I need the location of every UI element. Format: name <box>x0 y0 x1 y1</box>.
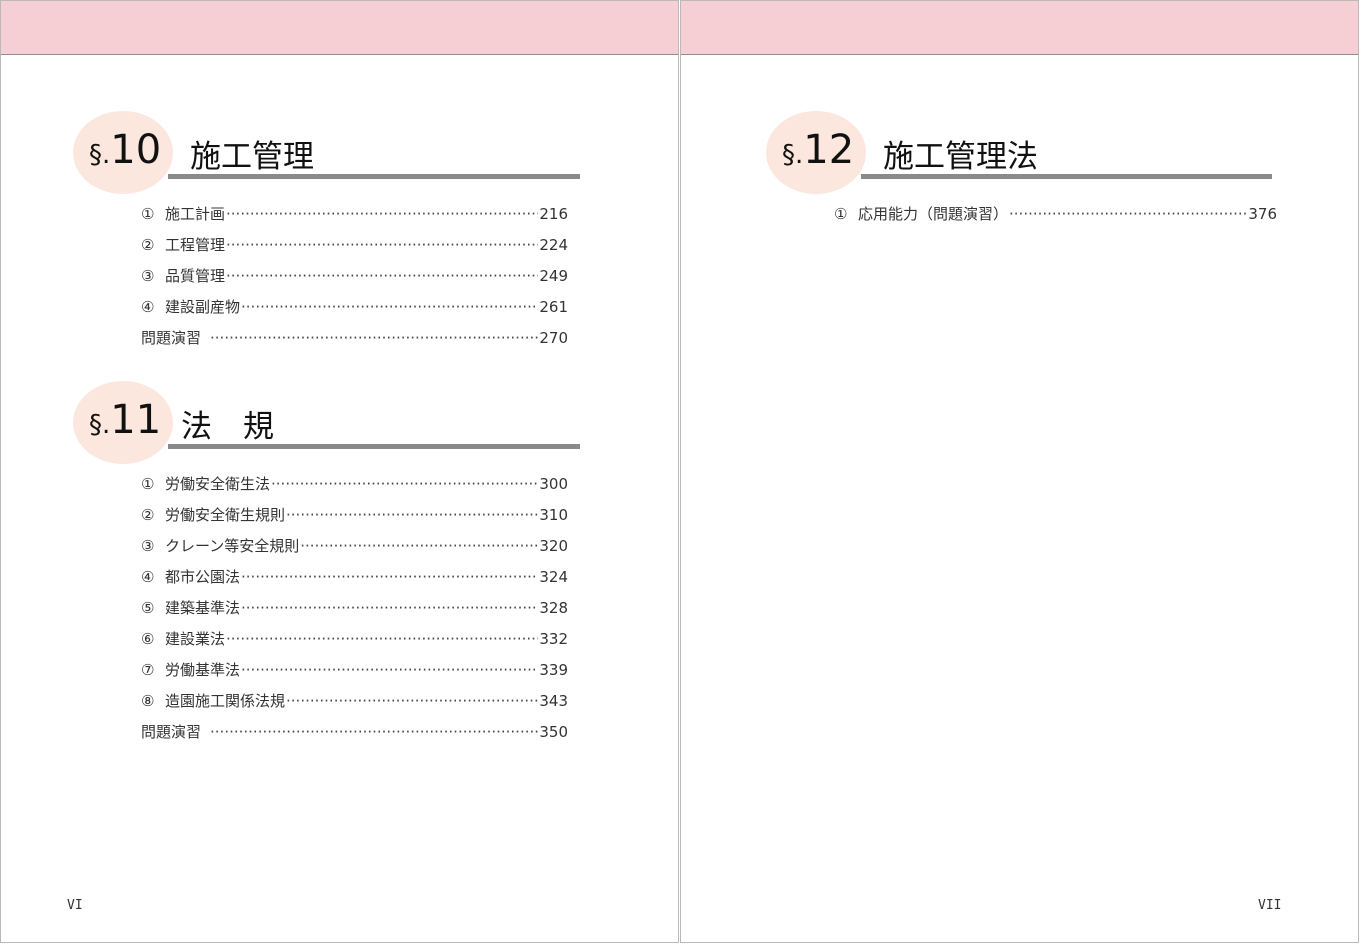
toc-entry[interactable]: ② 労働安全衛生規則 ·······························… <box>141 506 568 537</box>
toc-entry[interactable]: ⑥ 建設業法 ···································… <box>141 630 568 661</box>
section-number: §.10 <box>89 127 162 173</box>
section-title-rule <box>861 174 1272 179</box>
section-number: §.12 <box>782 127 855 173</box>
toc-entry[interactable]: ⑤ 建築基準法 ··································… <box>141 599 568 630</box>
page-number-right: VII <box>1258 898 1282 913</box>
toc-entry[interactable]: ④ 都市公園法 ··································… <box>141 568 568 599</box>
left-page: §.10 施工管理 ① 施工計画 ·························… <box>0 0 679 943</box>
toc-list-section-12: ① 応用能力（問題演習） ·····························… <box>834 205 1277 236</box>
section-10: §.10 施工管理 <box>73 111 583 194</box>
section-title: 法 規 <box>181 409 274 445</box>
section-11: §.11 法 規 <box>73 381 583 464</box>
left-page-header-band <box>1 1 678 55</box>
toc-entry[interactable]: ⑧ 造園施工関係法規 ·······························… <box>141 692 568 723</box>
toc-entry[interactable]: ① 労働安全衛生法 ································… <box>141 475 568 506</box>
toc-entry[interactable]: ④ 建設副産物 ··································… <box>141 298 568 329</box>
toc-entry[interactable]: 問題演習 ····································… <box>141 723 568 754</box>
toc-entry[interactable]: ③ 品質管理 ···································… <box>141 267 568 298</box>
toc-list-section-10: ① 施工計画 ···································… <box>141 205 568 360</box>
section-number: §.11 <box>89 397 162 443</box>
toc-list-section-11: ① 労働安全衛生法 ································… <box>141 475 568 754</box>
right-page-header-band <box>681 1 1358 55</box>
section-title-rule <box>168 174 580 179</box>
section-title: 施工管理 <box>190 139 314 175</box>
section-title-rule <box>168 444 580 449</box>
right-page: §.12 施工管理法 ① 応用能力（問題演習） ··················… <box>680 0 1359 943</box>
toc-entry[interactable]: ② 工程管理 ···································… <box>141 236 568 267</box>
toc-entry[interactable]: ⑦ 労働基準法 ··································… <box>141 661 568 692</box>
toc-entry[interactable]: ① 施工計画 ···································… <box>141 205 568 236</box>
section-12: §.12 施工管理法 <box>766 111 1276 194</box>
section-title: 施工管理法 <box>883 139 1038 175</box>
toc-entry[interactable]: ③ クレーン等安全規則 ······························… <box>141 537 568 568</box>
toc-entry[interactable]: ① 応用能力（問題演習） ·····························… <box>834 205 1277 236</box>
page-number-left: VI <box>67 898 83 913</box>
toc-entry[interactable]: 問題演習 ····································… <box>141 329 568 360</box>
